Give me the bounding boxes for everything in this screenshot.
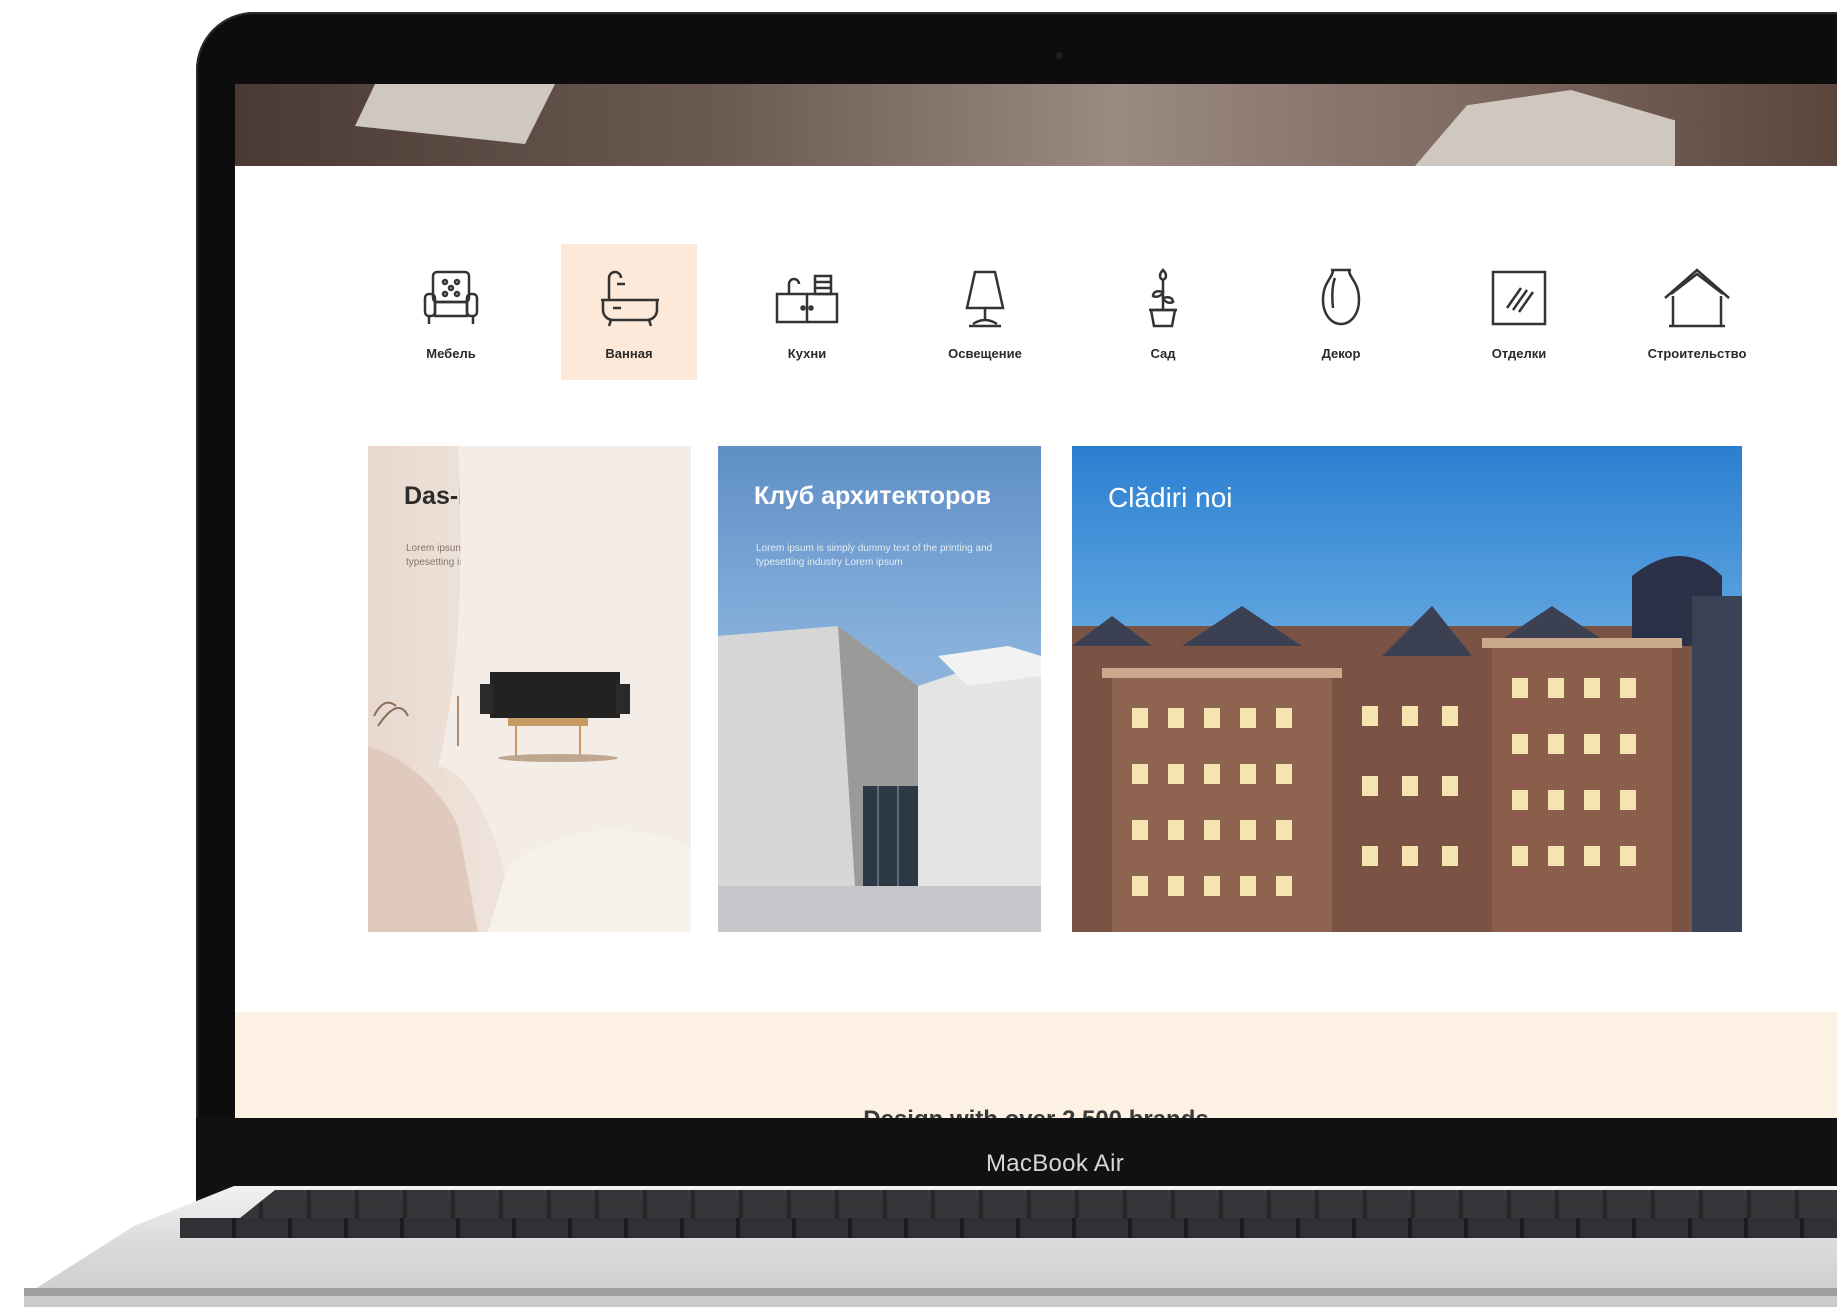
webcam — [1056, 52, 1063, 59]
card-title: Clădiri noi — [1108, 482, 1233, 513]
category-label: Кухни — [787, 345, 827, 361]
plant-icon — [1149, 267, 1177, 327]
category-construction[interactable]: Строительство — [1629, 244, 1765, 380]
category-bathroom[interactable]: Ванная — [561, 244, 697, 380]
card-description: Lorem ipsum is simply dummy text of the … — [756, 543, 993, 568]
category-furniture[interactable]: Мебель — [383, 244, 519, 380]
house-icon — [1664, 267, 1730, 327]
category-label: Освещение — [948, 345, 1022, 361]
bathtub-icon — [601, 270, 659, 326]
hero-shape-left — [355, 84, 555, 144]
kitchen-icon — [775, 274, 839, 323]
architecture-illustration — [718, 626, 1041, 932]
keyboard-row — [180, 1218, 1837, 1238]
category-label: Мебель — [426, 345, 476, 361]
hero-shape-right — [1415, 90, 1675, 166]
vase-icon — [1321, 268, 1361, 325]
tile-icon — [1491, 270, 1547, 325]
category-label: Строительство — [1647, 345, 1747, 361]
category-label: Ванная — [605, 345, 653, 361]
interior-illustration — [368, 446, 691, 932]
category-kitchen[interactable]: Кухни — [739, 244, 875, 380]
category-label: Сад — [1150, 345, 1176, 361]
card-new-buildings[interactable]: Clădiri noi — [1072, 446, 1742, 932]
hero-image — [235, 84, 1837, 166]
category-nav: Мебель Ванная Кухни Освещение Сад Декор … — [383, 244, 1746, 390]
brands-section — [235, 1012, 1837, 1118]
category-garden[interactable]: Сад — [1095, 244, 1231, 380]
armchair-icon — [423, 270, 479, 324]
card-architects-club[interactable]: Клуб архитекторов Lorem ipsum is simply … — [718, 446, 1041, 932]
category-lighting[interactable]: Освещение — [917, 244, 1053, 380]
laptop-screen: Мебель Ванная Кухни Освещение Сад Декор … — [235, 84, 1837, 1118]
brands-heading: Design with over 2,500 brands — [235, 1106, 1837, 1118]
laptop-base-edge — [24, 1288, 1837, 1296]
model-label: MacBook Air — [985, 1150, 1125, 1177]
card-das-interior[interactable]: Das-Interior Lorem ipsum is simply dummy… — [368, 446, 691, 932]
category-label: Декор — [1321, 345, 1361, 361]
lamp-icon — [965, 270, 1005, 327]
category-finishes[interactable]: Отделки — [1451, 244, 1587, 380]
category-label: Отделки — [1491, 345, 1547, 361]
card-title: Клуб архитекторов — [754, 482, 991, 510]
category-decor[interactable]: Декор — [1273, 244, 1409, 380]
building-illustration — [1072, 556, 1742, 932]
